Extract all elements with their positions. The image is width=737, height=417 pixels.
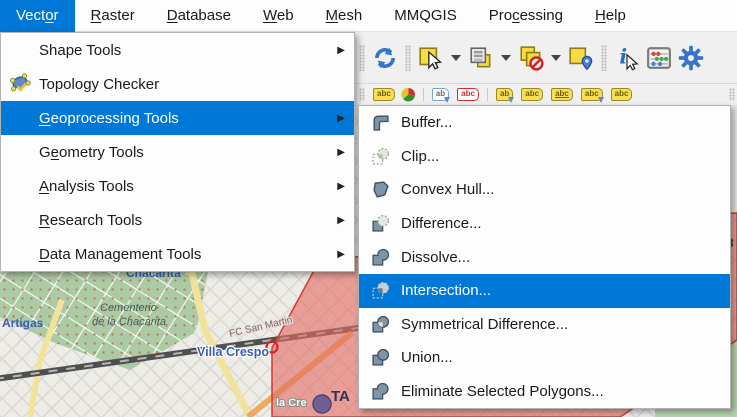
processing-gear-icon	[677, 44, 705, 72]
processing-toolbox-button[interactable]	[676, 43, 706, 73]
submenu-item-clip[interactable]: Clip...	[359, 140, 730, 174]
menu-help[interactable]: Help	[579, 0, 642, 32]
identify-features-icon: i	[614, 45, 640, 71]
eliminate-selected-polygons-icon	[371, 382, 390, 401]
layer-diagram-button[interactable]	[400, 86, 418, 102]
pin-glyph	[444, 97, 450, 103]
submenu-arrow-icon: ▶	[337, 215, 345, 226]
menu-bar: Vector Raster Database Web Mesh MMQGIS P…	[0, 0, 737, 32]
pin-glyph	[508, 97, 514, 103]
difference-icon	[371, 214, 390, 233]
submenu-arrow-icon: ▶	[337, 249, 345, 260]
toolbar-separator	[487, 88, 488, 101]
qgis-window: Chacarita Cementerio de la Chacarita Art…	[0, 0, 737, 417]
toolbar-row-main: i	[355, 32, 737, 84]
symmetrical-difference-icon	[371, 315, 390, 334]
change-label-button[interactable]: abc	[551, 88, 573, 101]
select-by-form-dropdown-arrow[interactable]	[501, 55, 511, 61]
layer-diagram-icon	[401, 87, 416, 102]
menu-item-shape-tools[interactable]: Shape Tools ▶	[1, 33, 354, 67]
geoprocessing-submenu: Buffer... Clip... Convex Hull...	[358, 105, 731, 409]
intersection-icon	[371, 281, 390, 300]
submenu-arrow-icon: ▶	[337, 147, 345, 158]
deselect-features-icon	[518, 45, 544, 71]
submenu-item-convex-hull[interactable]: Convex Hull...	[359, 173, 730, 207]
toolbar-grip[interactable]	[405, 45, 411, 71]
clip-icon	[371, 147, 390, 166]
menu-item-geometry-tools[interactable]: Geometry Tools ▶	[1, 135, 354, 169]
menu-raster[interactable]: Raster	[75, 0, 151, 32]
convex-hull-icon	[371, 180, 390, 199]
menu-item-geoprocessing-tools[interactable]: Geoprocessing Tools ▶	[1, 101, 354, 135]
move-diagram-button[interactable]: abc	[581, 88, 603, 101]
menu-item-research-tools[interactable]: Research Tools ▶	[1, 203, 354, 237]
buffer-icon	[371, 113, 390, 132]
refresh-button[interactable]	[370, 43, 400, 73]
submenu-arrow-icon: ▶	[337, 45, 345, 56]
submenu-item-eliminate-selected-polygons[interactable]: Eliminate Selected Polygons...	[359, 375, 730, 409]
select-features-button[interactable]	[416, 43, 446, 73]
statistical-summary-button[interactable]	[644, 43, 674, 73]
select-by-location-button[interactable]	[566, 43, 596, 73]
submenu-item-buffer[interactable]: Buffer...	[359, 106, 730, 140]
pin-glyph	[598, 97, 604, 103]
map-road-yellow	[190, 265, 250, 417]
menu-database[interactable]: Database	[151, 0, 247, 32]
menu-item-data-management-tools[interactable]: Data Management Tools ▶	[1, 237, 354, 271]
menu-item-topology-checker[interactable]: Topology Checker	[1, 67, 354, 101]
vector-menu-dropdown: Shape Tools ▶ Topology Checker Geoproces…	[0, 32, 355, 272]
deselect-dropdown-arrow[interactable]	[551, 55, 561, 61]
topology-checker-icon	[8, 72, 32, 96]
select-features-icon	[418, 45, 444, 71]
deselect-features-button[interactable]	[516, 43, 546, 73]
toolbar-grip[interactable]	[729, 88, 735, 101]
map-label-cementerio-2: de la Chacarita	[92, 316, 166, 328]
toolbar-separator	[423, 88, 424, 101]
menu-mesh[interactable]: Mesh	[310, 0, 379, 32]
select-by-location-icon	[568, 45, 594, 71]
submenu-item-difference[interactable]: Difference...	[359, 207, 730, 241]
submenu-item-symmetrical-difference[interactable]: Symmetrical Difference...	[359, 308, 730, 342]
menu-web[interactable]: Web	[247, 0, 310, 32]
select-dropdown-arrow[interactable]	[451, 55, 461, 61]
select-by-form-icon	[468, 45, 494, 71]
submenu-item-intersection[interactable]: Intersection...	[359, 274, 730, 308]
submenu-item-union[interactable]: Union...	[359, 341, 730, 375]
toolbar-area: i	[355, 32, 737, 105]
toolbar-row-labeling: abc ab abc ab abc abc abc abc	[355, 84, 737, 104]
dissolve-icon	[371, 248, 390, 267]
map-label-ta: TA	[331, 388, 350, 405]
refresh-icon	[372, 45, 398, 71]
map-label-artigas: Artigas	[2, 316, 44, 330]
pin-labels-button[interactable]: ab	[432, 88, 449, 101]
menu-processing[interactable]: Processing	[473, 0, 579, 32]
map-label-villa-crespo: Villa Crespo	[197, 345, 269, 359]
menu-mmqgis[interactable]: MMQGIS	[378, 0, 473, 32]
union-icon	[371, 348, 390, 367]
highlight-pinned-labels-button[interactable]: abc	[457, 88, 479, 101]
toolbar-grip[interactable]	[601, 45, 607, 71]
map-label-cementerio-1: Cementerio	[100, 302, 157, 314]
move-label-button[interactable]: ab	[496, 88, 513, 101]
submenu-item-dissolve[interactable]: Dissolve...	[359, 240, 730, 274]
map-label-villa-cre: la Cre	[276, 397, 307, 409]
select-by-form-button[interactable]	[466, 43, 496, 73]
submenu-arrow-icon: ▶	[337, 181, 345, 192]
svg-text:i: i	[619, 45, 627, 68]
change-diagram-button[interactable]: abc	[611, 88, 633, 101]
toolbar-grip[interactable]	[359, 88, 365, 101]
toolbar-grip[interactable]	[359, 45, 365, 71]
identify-features-button[interactable]: i	[612, 43, 642, 73]
menu-vector[interactable]: Vector	[0, 0, 75, 32]
statistics-abacus-icon	[646, 45, 672, 71]
rotate-label-button[interactable]: abc	[521, 88, 543, 101]
layer-labeling-button[interactable]: abc	[373, 88, 395, 101]
submenu-arrow-icon: ▶	[337, 113, 345, 124]
menu-item-analysis-tools[interactable]: Analysis Tools ▶	[1, 169, 354, 203]
map-station-dot	[313, 395, 331, 413]
